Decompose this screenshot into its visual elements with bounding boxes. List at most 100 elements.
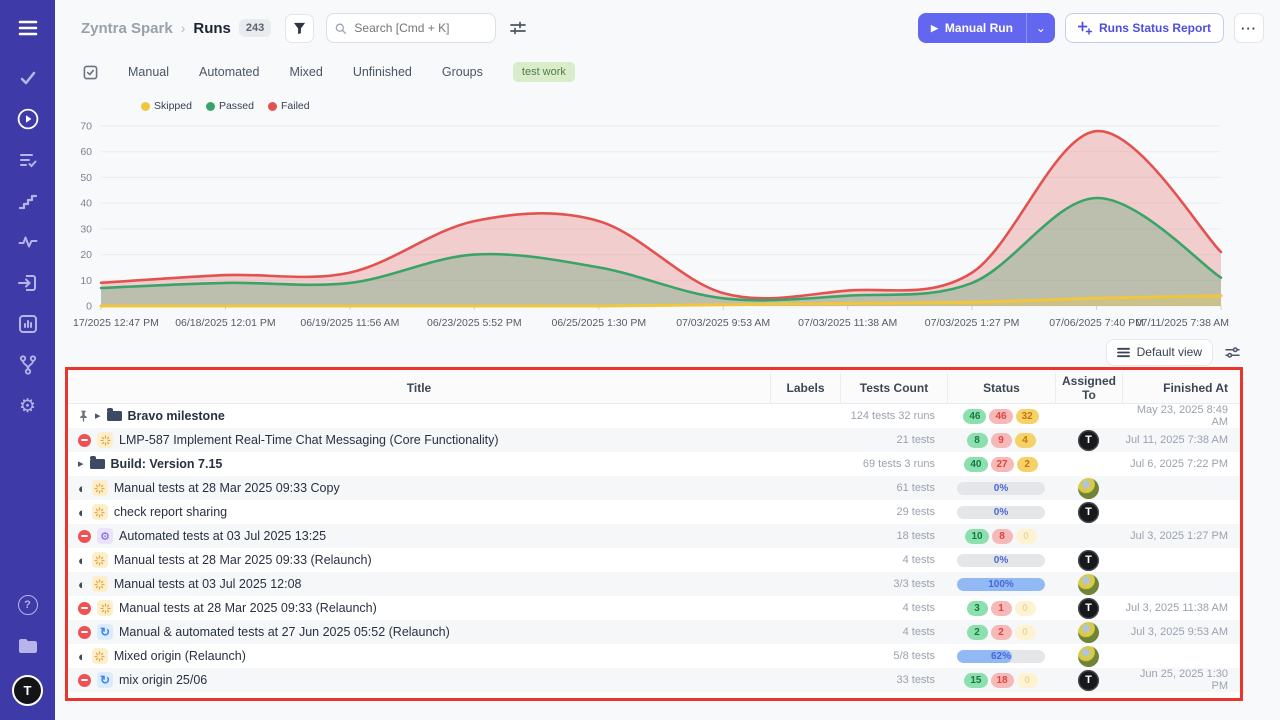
manual-origin-icon (97, 600, 113, 616)
table-row[interactable]: ◐Manual tests at 28 Mar 2025 09:33 Copy6… (68, 476, 1240, 500)
svg-text:06/23/2025 5:52 PM: 06/23/2025 5:52 PM (427, 317, 522, 329)
column-labels[interactable]: Labels (770, 373, 840, 403)
legend-item-passed[interactable]: Passed (206, 100, 254, 112)
table-row[interactable]: LMP-587 Implement Real-Time Chat Messagi… (68, 428, 1240, 452)
progress-label: 0% (957, 482, 1045, 495)
runs-table: Title Labels Tests Count Status Assigned… (68, 373, 1240, 698)
tab-automated[interactable]: Automated (199, 65, 259, 79)
column-tests-count[interactable]: Tests Count (840, 373, 947, 403)
legend-item-failed[interactable]: Failed (268, 100, 310, 112)
table-row[interactable]: ◐check report sharing29 tests0%T (68, 500, 1240, 524)
passed-count-pill: 3 (967, 601, 988, 616)
table-row[interactable]: ↻Manual & automated tests at 27 Jun 2025… (68, 620, 1240, 644)
tab-groups[interactable]: Groups (442, 65, 483, 79)
svg-text:40: 40 (80, 198, 92, 210)
reports-icon[interactable] (16, 312, 40, 336)
top-bar: Zyntra Spark › Runs 243 ▶Manual Run ⌄ Ru… (55, 0, 1280, 56)
svg-text:70: 70 (80, 121, 92, 133)
search-field[interactable] (352, 20, 487, 36)
table-row[interactable]: ▸Bravo milestone124 tests 32 runs464632M… (68, 404, 1240, 428)
settings-gear-icon[interactable]: ⚙ (16, 394, 40, 418)
runs-count-badge: 243 (239, 19, 271, 37)
run-title-cell: ⚙Automated tests at 03 Jul 2025 13:25 (68, 528, 770, 544)
runs-status-report-button[interactable]: Runs Status Report (1065, 13, 1224, 43)
projects-folder-icon[interactable] (16, 634, 40, 658)
table-row[interactable]: ◐ Manual tests at 28 Mar 2025 09:33 (Rela… (68, 548, 1240, 572)
table-row[interactable]: ⚙Automated tests at 03 Jul 2025 13:25 18 … (68, 524, 1240, 548)
failed-count-pill: 9 (991, 433, 1012, 448)
active-filter-badge[interactable]: test work (513, 62, 575, 82)
stopped-status-icon (78, 530, 91, 543)
milestones-icon[interactable] (16, 189, 40, 213)
tab-manual[interactable]: Manual (128, 65, 169, 79)
filter-funnel-button[interactable] (285, 14, 314, 43)
assignee-avatar: T (1078, 430, 1099, 451)
search-input[interactable] (326, 13, 496, 43)
status-cell: 15180 (947, 673, 1055, 688)
select-runs-icon[interactable] (83, 65, 98, 80)
legend-item-skipped[interactable]: Skipped (141, 100, 192, 112)
column-title[interactable]: Title (68, 373, 770, 403)
automated-origin-icon: ⚙ (97, 528, 113, 544)
table-row[interactable]: ◐Manual tests at 03 Jul 2025 12:083/3 te… (68, 572, 1240, 596)
skipped-dot-icon (141, 102, 150, 111)
svg-text:07/06/2025 7:40 PM: 07/06/2025 7:40 PM (1049, 317, 1144, 329)
run-title-cell: LMP-587 Implement Real-Time Chat Messagi… (68, 432, 770, 448)
table-row[interactable]: ↻mix origin 25/0633 tests15180TJun 25, 2… (68, 668, 1240, 692)
progress-bar: 100% (957, 578, 1045, 591)
table-body: ▸Bravo milestone124 tests 32 runs464632M… (68, 404, 1240, 692)
run-title-cell: ◐Manual tests at 03 Jul 2025 12:08 (68, 576, 770, 592)
runs-icon[interactable] (16, 107, 40, 131)
svg-text:50: 50 (80, 172, 92, 184)
table-row[interactable]: ◐Mixed origin (Relaunch)5/8 tests62% (68, 644, 1240, 668)
test-plans-icon[interactable] (16, 148, 40, 172)
column-finished-at[interactable]: Finished At (1122, 373, 1240, 403)
assignee-avatar (1078, 622, 1099, 643)
runs-trend-chart[interactable]: 01020304050607017/2025 12:47 PM06/18/202… (57, 116, 1280, 339)
more-actions-button[interactable]: ··· (1234, 13, 1264, 43)
tests-count: 4 tests (840, 626, 947, 638)
status-cell: 0% (947, 554, 1055, 567)
in-progress-status-icon: ◐ (78, 482, 86, 495)
passed-count-pill: 15 (964, 673, 987, 688)
manual-run-button[interactable]: ▶Manual Run ⌄ (918, 13, 1055, 43)
tab-unfinished[interactable]: Unfinished (353, 65, 412, 79)
manual-run-dropdown[interactable]: ⌄ (1026, 13, 1055, 43)
default-view-button[interactable]: Default view (1106, 339, 1213, 366)
assignee-avatar (1078, 478, 1099, 499)
in-progress-status-icon: ◐ (78, 554, 86, 567)
user-avatar[interactable]: T (12, 675, 43, 706)
help-icon[interactable]: ? (16, 593, 40, 617)
run-title: Mixed origin (Relaunch) (114, 649, 246, 663)
run-title: mix origin 25/06 (119, 673, 207, 687)
checks-icon[interactable] (16, 66, 40, 90)
column-assigned-to[interactable]: Assigned To (1055, 373, 1122, 403)
finished-at: Jul 3, 2025 11:38 AM (1122, 602, 1240, 614)
versions-branch-icon[interactable] (16, 353, 40, 377)
progress-bar: 62% (957, 650, 1045, 663)
sidebar: ⚙ ? T (0, 0, 55, 720)
hamburger-menu-icon[interactable] (16, 16, 40, 40)
run-title-cell: ◐Manual tests at 28 Mar 2025 09:33 Copy (68, 480, 770, 496)
folder-icon (90, 459, 105, 469)
display-settings-icon[interactable] (510, 21, 526, 35)
tests-count: 18 tests (840, 530, 947, 542)
import-icon[interactable] (16, 271, 40, 295)
run-title: Manual & automated tests at 27 Jun 2025 … (119, 625, 450, 639)
in-progress-status-icon: ◐ (78, 578, 86, 591)
pin-icon[interactable] (78, 410, 89, 422)
tab-mixed[interactable]: Mixed (289, 65, 322, 79)
columns-settings-icon[interactable] (1225, 346, 1240, 359)
run-title: Manual tests at 28 Mar 2025 09:33 (Relau… (114, 553, 372, 567)
breadcrumb-project[interactable]: Zyntra Spark (81, 20, 173, 37)
table-row[interactable]: Manual tests at 28 Mar 2025 09:33 (Relau… (68, 596, 1240, 620)
svg-text:10: 10 (80, 275, 92, 287)
table-row[interactable]: ▸Build: Version 7.1569 tests 3 runs40272… (68, 452, 1240, 476)
expand-chevron-icon[interactable]: ▸ (78, 459, 84, 470)
tests-count: 5/8 tests (840, 650, 947, 662)
passed-count-pill: 10 (965, 529, 988, 544)
expand-chevron-icon[interactable]: ▸ (95, 411, 101, 422)
column-status[interactable]: Status (947, 373, 1055, 403)
activity-pulse-icon[interactable] (16, 230, 40, 254)
svg-text:07/03/2025 9:53 AM: 07/03/2025 9:53 AM (676, 317, 770, 329)
